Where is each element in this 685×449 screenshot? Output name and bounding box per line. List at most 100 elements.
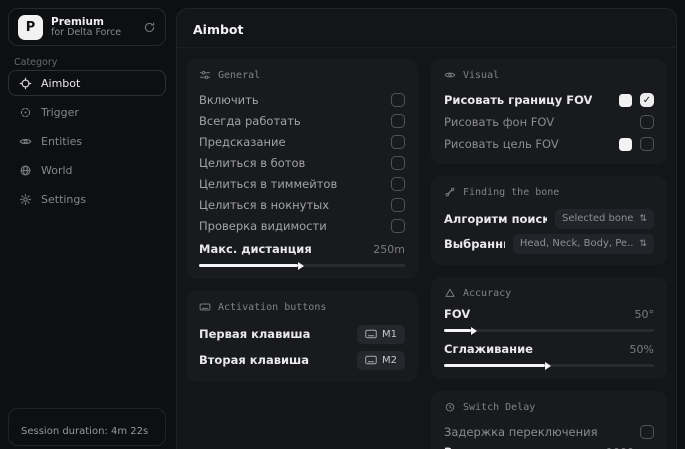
max-distance-slider[interactable]: [199, 260, 405, 270]
sidebar-item-trigger[interactable]: Trigger: [8, 99, 166, 125]
fov-background-checkbox[interactable]: [640, 115, 654, 129]
switch-delay-ms-value: 1000 ms: [606, 446, 654, 449]
slider-fill: [199, 264, 298, 267]
option-label: Предсказание: [199, 135, 286, 149]
option-row-target-knocked: Целиться в нокнутых: [199, 194, 405, 215]
fov-border-checkbox[interactable]: [640, 93, 654, 107]
visibility-check-checkbox[interactable]: [391, 219, 405, 233]
sidebar-item-label: Trigger: [41, 106, 79, 119]
switch-delay-ms-row: Задержка переключения (мс) 1000 ms: [444, 445, 654, 449]
sidebar-item-aimbot[interactable]: Aimbot: [8, 70, 166, 96]
option-label: Целиться в тиммейтов: [199, 177, 337, 191]
sidebar-item-label: Entities: [41, 135, 82, 148]
option-label: Целиться в ботов: [199, 156, 305, 170]
smoothing-row: Сглаживание 50%: [444, 342, 654, 356]
first-keybind-button[interactable]: M1: [357, 325, 405, 344]
globe-icon: [19, 164, 32, 177]
fov-target-checkbox[interactable]: [640, 137, 654, 151]
first-key-row: Первая клавиша M1: [199, 321, 405, 347]
refresh-icon[interactable]: [143, 21, 156, 34]
selected-bones-row: Выбранные кос Head, Neck, Body, Pe.. ⇅: [444, 231, 654, 256]
sidebar-item-world[interactable]: World: [8, 157, 166, 183]
right-column: Visual Рисовать границу FOV Рисовать фон…: [431, 59, 667, 449]
clock-icon: [444, 401, 456, 413]
switch-delay-card-header: Switch Delay: [444, 401, 654, 413]
triangle-icon: [444, 287, 456, 299]
section-title: Finding the bone: [463, 187, 559, 198]
activation-card-header: Activation buttons: [199, 301, 405, 313]
option-label: Целиться в нокнутых: [199, 198, 329, 212]
target-knocked-checkbox[interactable]: [391, 198, 405, 212]
fov-slider[interactable]: [444, 325, 654, 335]
gear-icon: [19, 193, 32, 206]
smoothing-slider[interactable]: [444, 360, 654, 370]
brand-text: Premium for Delta Force: [51, 16, 135, 39]
brand-title: Premium: [51, 16, 135, 28]
slider-fill: [444, 364, 545, 367]
fov-value: 50°: [635, 308, 655, 321]
option-row-always-work: Всегда работать: [199, 110, 405, 131]
accuracy-card: Accuracy FOV 50° Сглаживание 50%: [431, 277, 667, 379]
brand-subtitle: for Delta Force: [51, 28, 135, 39]
fov-background-label: Рисовать фон FOV: [444, 115, 554, 129]
eye-icon: [444, 69, 456, 81]
selected-bones-dropdown[interactable]: Head, Neck, Body, Pe.. ⇅: [513, 234, 654, 254]
option-label: Проверка видимости: [199, 219, 327, 233]
category-label: Category: [14, 57, 57, 68]
activation-card: Activation buttons Первая клавиша M1: [186, 291, 418, 382]
option-row-visibility-check: Проверка видимости: [199, 215, 405, 236]
accuracy-card-header: Accuracy: [444, 287, 654, 299]
first-key-label: Первая клавиша: [199, 327, 310, 341]
sidebar-item-entities[interactable]: Entities: [8, 128, 166, 154]
section-title: General: [218, 70, 260, 81]
sidebar-item-label: World: [41, 164, 73, 177]
session-duration-text: Session duration: 4m 22s: [21, 426, 148, 437]
second-key-label: Вторая клавиша: [199, 353, 309, 367]
switch-delay-toggle-row: Задержка переключения: [444, 421, 654, 443]
dropdown-value: Head, Neck, Body, Pe..: [520, 238, 634, 249]
always-work-checkbox[interactable]: [391, 114, 405, 128]
main-panel: Aimbot General Включить В: [176, 8, 677, 449]
bones-card: Finding the bone Алгоритм поиска кост Se…: [431, 176, 667, 265]
fov-border-row: Рисовать границу FOV: [444, 89, 654, 111]
brand-logo: P: [18, 15, 43, 40]
sidebar-item-settings[interactable]: Settings: [8, 186, 166, 212]
section-title: Accuracy: [463, 288, 511, 299]
general-card-header: General: [199, 69, 405, 81]
target-bots-checkbox[interactable]: [391, 156, 405, 170]
smoothing-value: 50%: [630, 343, 654, 356]
session-duration-card: Session duration: 4m 22s: [8, 408, 166, 446]
option-row-target-bots: Целиться в ботов: [199, 152, 405, 173]
smoothing-slider-group: Сглаживание 50%: [444, 342, 654, 370]
target-teammates-checkbox[interactable]: [391, 177, 405, 191]
sliders-icon: [199, 69, 211, 81]
fov-slider-group: FOV 50°: [444, 307, 654, 335]
visual-card: Visual Рисовать границу FOV Рисовать фон…: [431, 59, 667, 164]
switch-delay-ms-label: Задержка переключения (мс): [444, 445, 598, 449]
page-title: Aimbot: [193, 22, 660, 37]
fov-background-row: Рисовать фон FOV: [444, 111, 654, 133]
switch-delay-card: Switch Delay Задержка переключения Задер…: [431, 391, 667, 449]
bone-algorithm-label: Алгоритм поиска кост: [444, 212, 547, 226]
fov-border-color-swatch[interactable]: [619, 94, 632, 107]
option-row-target-teammates: Целиться в тиммейтов: [199, 173, 405, 194]
prediction-checkbox[interactable]: [391, 135, 405, 149]
option-row-prediction: Предсказание: [199, 131, 405, 152]
second-keybind-button[interactable]: M2: [357, 351, 405, 370]
option-row-enable: Включить: [199, 89, 405, 110]
max-distance-row: Макс. дистанция 250m: [199, 242, 405, 256]
bone-algorithm-dropdown[interactable]: Selected bone ⇅: [555, 209, 654, 229]
bones-card-header: Finding the bone: [444, 186, 654, 198]
sidebar-item-label: Settings: [41, 193, 86, 206]
second-key-row: Вторая клавиша M2: [199, 347, 405, 373]
enable-checkbox[interactable]: [391, 93, 405, 107]
bone-algorithm-row: Алгоритм поиска кост Selected bone ⇅: [444, 206, 654, 231]
fov-target-color-swatch[interactable]: [619, 138, 632, 151]
switch-delay-checkbox[interactable]: [640, 425, 654, 439]
general-card: General Включить Всегда работать Предска…: [186, 59, 418, 279]
select-arrows-icon: ⇅: [639, 239, 647, 249]
dropdown-value: Selected bone: [562, 213, 633, 224]
option-label: Всегда работать: [199, 114, 301, 128]
visual-card-header: Visual: [444, 69, 654, 81]
crosshair-icon: [19, 77, 32, 90]
